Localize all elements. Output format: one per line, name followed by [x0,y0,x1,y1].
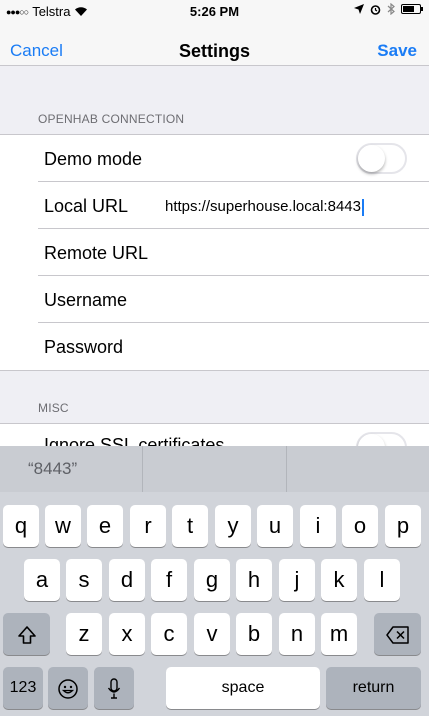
section-header-openhab-connection: OPENHAB CONNECTION [38,112,185,126]
key-m[interactable]: m [321,613,357,655]
emoji-icon [58,679,78,699]
local-url-value: https://superhouse.local:8443 [165,198,361,215]
backspace-key[interactable] [374,613,421,655]
remote-url-row[interactable]: Remote URL [38,229,429,276]
key-i[interactable]: i [300,505,336,547]
microphone-icon [107,678,121,699]
key-g[interactable]: g [194,559,230,601]
password-row[interactable]: Password [38,323,429,370]
remote-url-label: Remote URL [44,243,149,263]
key-c[interactable]: c [151,613,187,655]
suggestion-3[interactable] [285,446,429,492]
key-p[interactable]: p [385,505,421,547]
bluetooth-icon [387,3,395,15]
key-q[interactable]: q [3,505,39,547]
numbers-key[interactable]: 123 [3,667,43,709]
key-r[interactable]: r [130,505,166,547]
key-o[interactable]: o [342,505,378,547]
key-s[interactable]: s [66,559,102,601]
backspace-icon [385,626,409,644]
emoji-key[interactable] [48,667,88,709]
save-button[interactable]: Save [377,41,417,61]
text-cursor [361,198,364,216]
openhab-connection-group: Demo mode Local URL https://superhouse.l… [0,134,429,371]
alarm-icon [370,4,381,15]
page-title: Settings [178,41,250,61]
toggle-knob [358,145,385,172]
navigation-bar: Cancel Settings Save [0,22,429,66]
return-key[interactable]: return [326,667,421,709]
key-k[interactable]: k [321,559,357,601]
key-n[interactable]: n [279,613,315,655]
key-f[interactable]: f [151,559,187,601]
status-right [354,3,423,15]
suggestion-1[interactable]: “8443” [0,446,142,492]
demo-mode-label: Demo mode [44,149,143,169]
key-y[interactable]: y [215,505,251,547]
local-url-label: Local URL [44,196,129,216]
password-label: Password [44,337,124,357]
key-a[interactable]: a [24,559,60,601]
shift-icon [17,626,36,644]
space-key[interactable]: space [166,667,320,709]
local-url-field[interactable]: https://superhouse.local:8443 [165,198,364,216]
key-h[interactable]: h [236,559,272,601]
location-arrow-icon [354,4,364,14]
key-x[interactable]: x [109,613,145,655]
key-l[interactable]: l [364,559,400,601]
username-label: Username [44,290,128,310]
demo-mode-toggle[interactable] [356,143,407,174]
key-j[interactable]: j [279,559,315,601]
key-e[interactable]: e [87,505,123,547]
demo-mode-row: Demo mode [38,135,429,182]
key-u[interactable]: u [257,505,293,547]
key-d[interactable]: d [109,559,145,601]
predictive-bar: “8443” [0,446,429,492]
key-w[interactable]: w [45,505,81,547]
shift-key[interactable] [3,613,50,655]
keyboard: “8443” q w e r t y u i o p a s d f g h j… [0,446,429,716]
username-row[interactable]: Username [38,276,429,323]
suggestion-2[interactable] [142,446,285,492]
key-z[interactable]: z [66,613,102,655]
status-bar: ●●●○○ Telstra 5:26 PM [0,0,429,22]
key-v[interactable]: v [194,613,230,655]
local-url-row[interactable]: Local URL https://superhouse.local:8443 [38,182,429,229]
key-b[interactable]: b [236,613,272,655]
key-t[interactable]: t [172,505,208,547]
section-header-misc: MISC [38,401,69,415]
dictation-key[interactable] [94,667,134,709]
battery-icon [401,4,423,14]
